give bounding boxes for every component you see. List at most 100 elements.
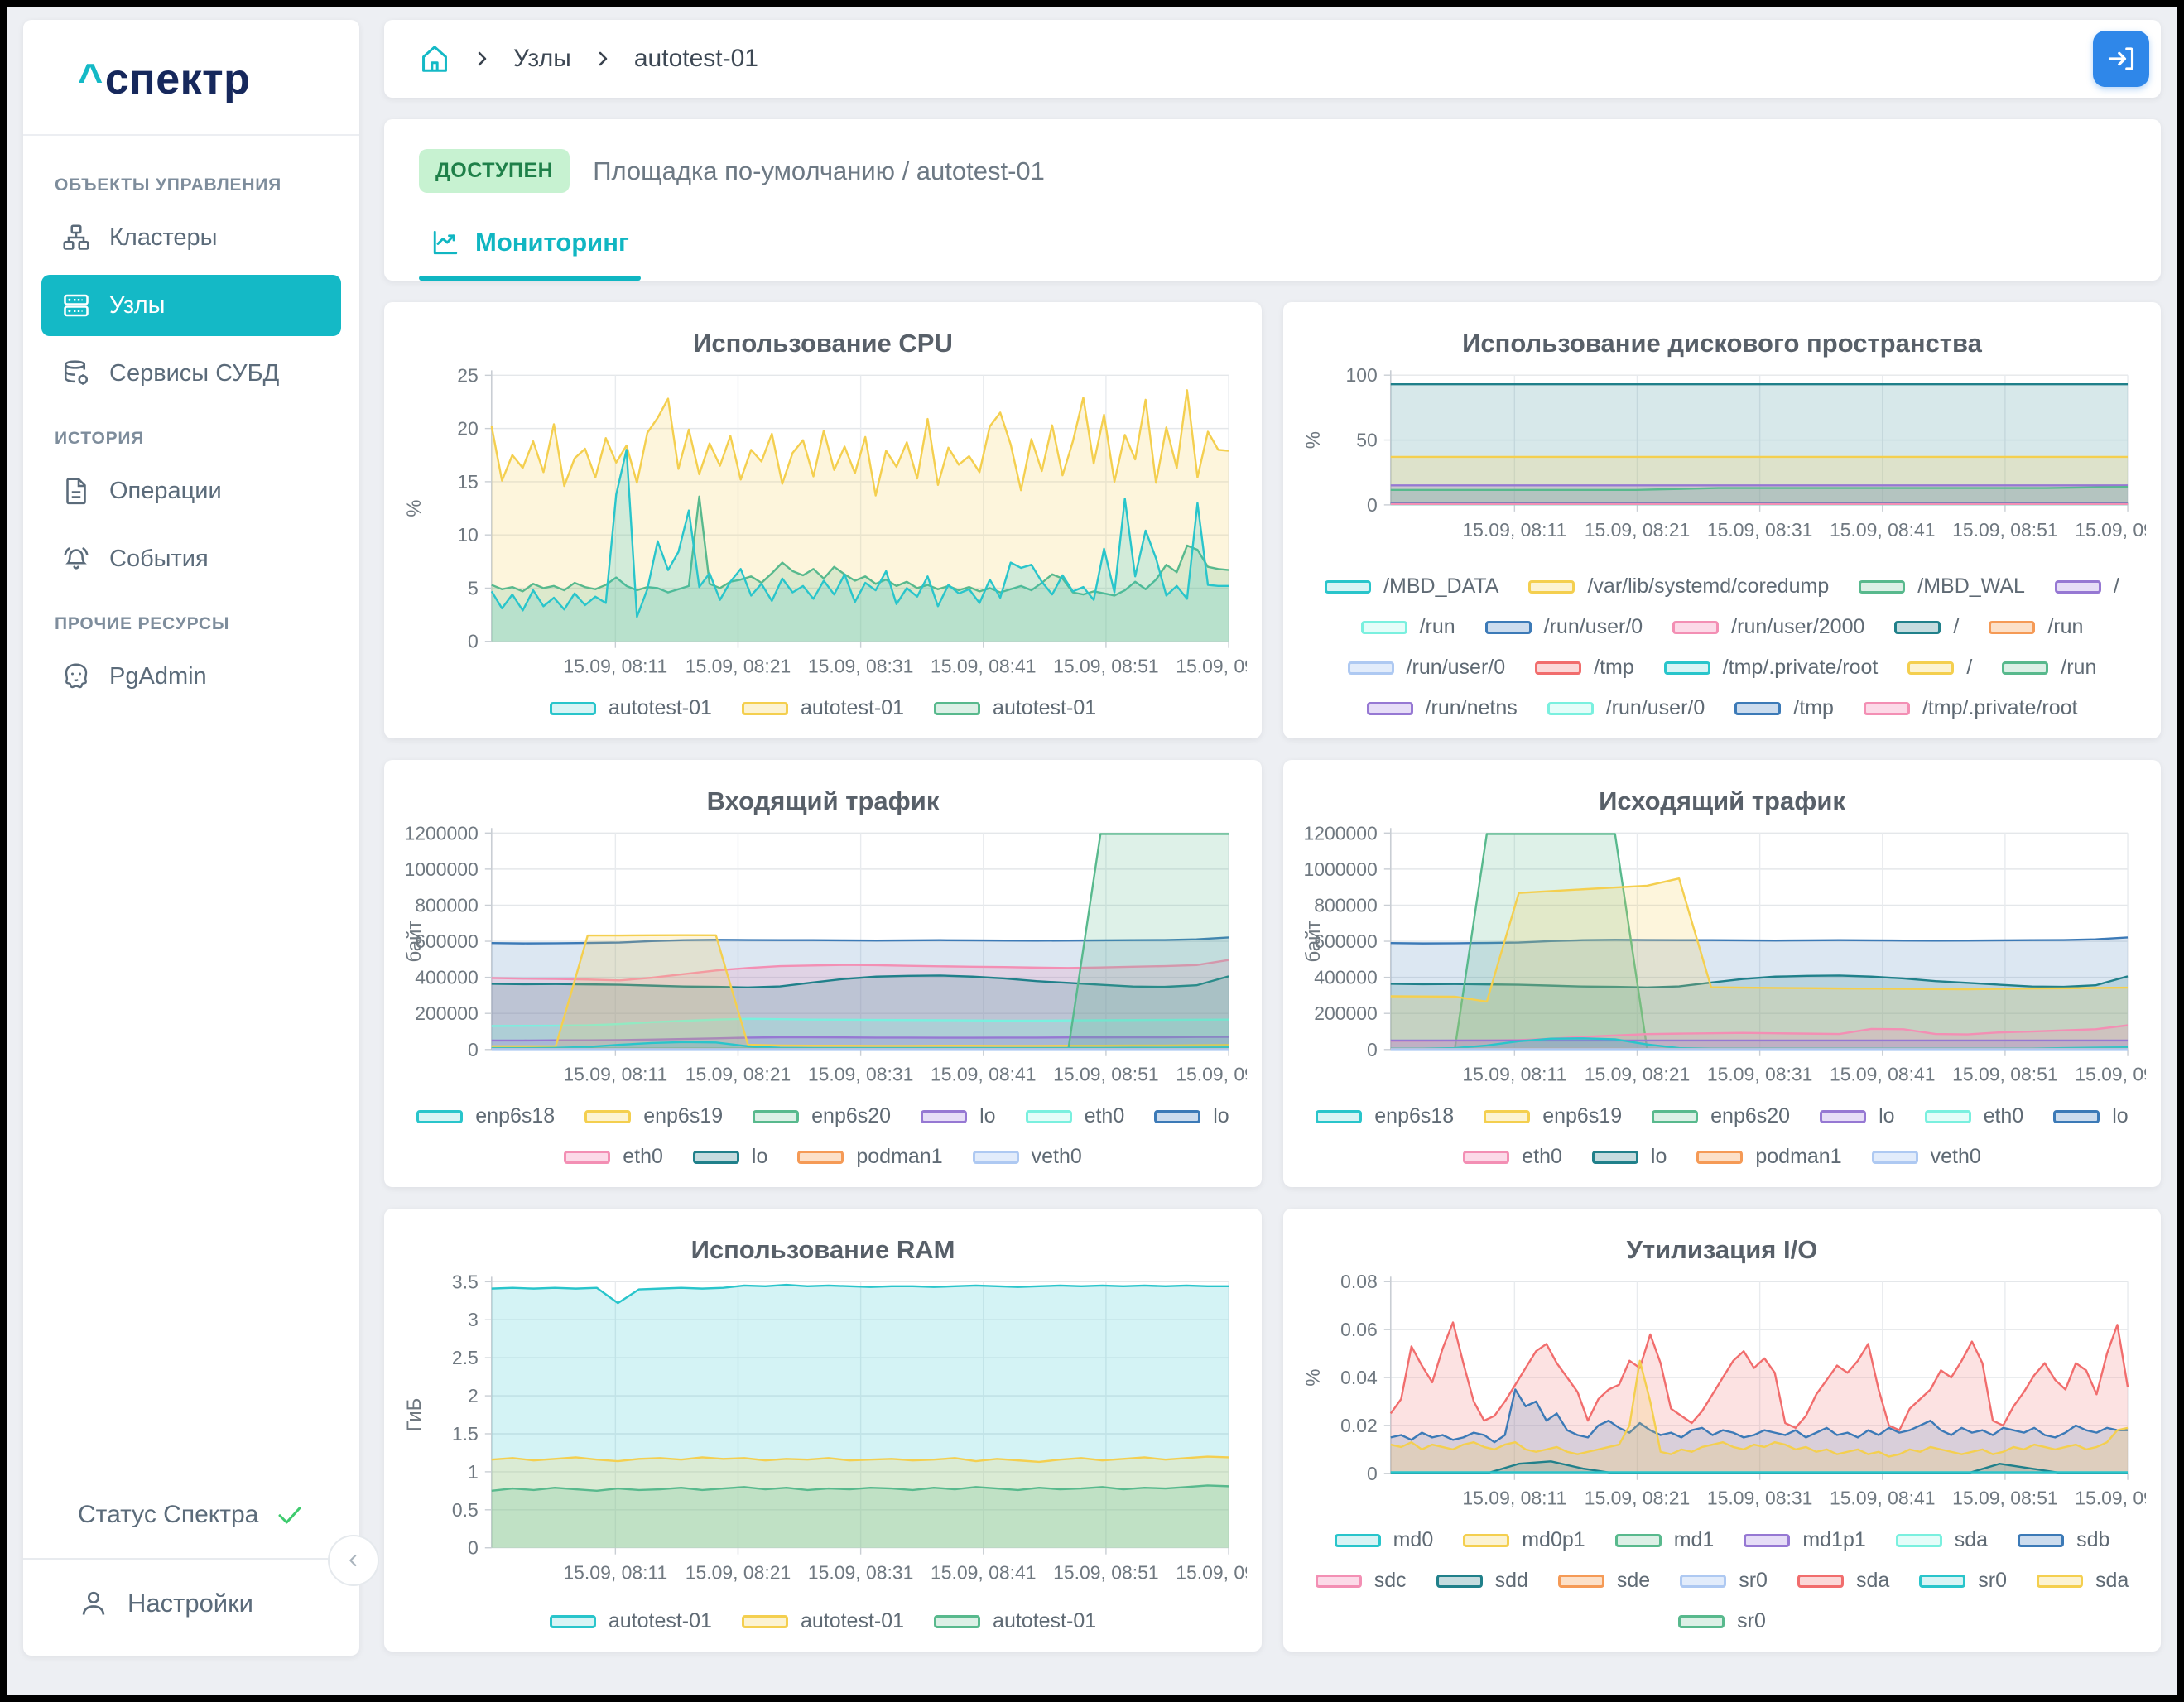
legend-item[interactable]: podman1 <box>797 1145 942 1169</box>
sidebar-item-clusters[interactable]: Кластеры <box>41 207 341 268</box>
legend-item[interactable]: /run <box>1361 615 1455 639</box>
legend-item[interactable]: autotest-01 <box>550 696 712 720</box>
legend-item[interactable]: sda <box>2037 1569 2129 1593</box>
legend-item[interactable]: autotest-01 <box>934 1609 1096 1633</box>
legend-swatch-icon <box>1989 621 2035 634</box>
legend-item[interactable]: / <box>1907 656 1972 680</box>
legend-label: eth0 <box>1984 1104 2024 1128</box>
legend-swatch-icon <box>2002 661 2048 675</box>
legend-item[interactable]: sdc <box>1316 1569 1407 1593</box>
legend-item[interactable]: sda <box>1797 1569 1889 1593</box>
legend-swatch-icon <box>2037 1575 2083 1588</box>
sidebar-item-label: Кластеры <box>109 224 218 252</box>
legend-item[interactable]: /run/user/2000 <box>1672 615 1864 639</box>
legend-item[interactable]: veth0 <box>973 1145 1082 1169</box>
legend-label: /MBD_WAL <box>1917 575 2025 599</box>
legend-item[interactable]: /tmp/.private/root <box>1664 656 1879 680</box>
legend-item[interactable]: lo <box>693 1145 767 1169</box>
legend-item[interactable]: /run/netns <box>1367 696 1518 720</box>
legend-item[interactable]: autotest-01 <box>934 696 1096 720</box>
legend-item[interactable]: autotest-01 <box>550 1609 712 1633</box>
chart-legend-io: md0 md0p1 md1 md1p1 sda sdb sdc sdd sde sr0 sda sr0… <box>1298 1517 2146 1633</box>
legend-item[interactable]: eth0 <box>564 1145 663 1169</box>
legend-item[interactable]: lo <box>921 1104 995 1128</box>
legend-label: lo <box>1651 1145 1667 1169</box>
legend-item[interactable]: veth0 <box>1872 1145 1981 1169</box>
legend-item[interactable]: /run <box>2002 656 2096 680</box>
settings-item[interactable]: Настройки <box>23 1560 359 1656</box>
sidebar-item-label: Операции <box>109 478 222 505</box>
legend-swatch-icon <box>1367 702 1413 715</box>
legend-item[interactable]: /run/user/0 <box>1485 615 1643 639</box>
legend-item[interactable]: sdb <box>2018 1528 2109 1552</box>
legend-item[interactable]: lo <box>1592 1145 1667 1169</box>
legend-label: lo <box>1879 1104 1894 1128</box>
legend-item[interactable]: sr0 <box>1680 1569 1768 1593</box>
login-button[interactable] <box>2093 31 2149 87</box>
svg-text:15.09, 08:51: 15.09, 08:51 <box>1952 1488 2058 1509</box>
legend-item[interactable]: podman1 <box>1696 1145 1841 1169</box>
legend-swatch-icon <box>1919 1575 1965 1588</box>
legend-swatch-icon <box>1436 1575 1483 1588</box>
tab-monitoring[interactable]: Мониторинг <box>419 228 641 281</box>
legend-item[interactable]: autotest-01 <box>742 696 904 720</box>
legend-item[interactable]: /tmp/.private/root <box>1864 696 2078 720</box>
legend-item[interactable]: md0p1 <box>1463 1528 1585 1552</box>
legend-label: md1 <box>1674 1528 1715 1552</box>
legend-swatch-icon <box>973 1151 1019 1164</box>
legend-swatch-icon <box>1744 1534 1790 1547</box>
sidebar-item-nodes[interactable]: Узлы <box>41 275 341 336</box>
legend-item[interactable]: /tmp <box>1535 656 1634 680</box>
legend-item[interactable]: enp6s18 <box>416 1104 555 1128</box>
legend-item[interactable]: /MBD_WAL <box>1859 575 2025 599</box>
svg-text:%: % <box>403 499 426 517</box>
legend-item[interactable]: eth0 <box>1463 1145 1562 1169</box>
sidebar-item-operations[interactable]: Операции <box>41 460 341 522</box>
legend-item[interactable]: enp6s18 <box>1316 1104 1454 1128</box>
legend-item[interactable]: sr0 <box>1919 1569 2007 1593</box>
sidebar-item-pgadmin[interactable]: PgAdmin <box>41 646 341 707</box>
legend-swatch-icon <box>934 702 980 715</box>
breadcrumb: Узлы autotest-01 <box>384 20 2161 98</box>
chart-card-io: Утилизация I/O00.020.040.060.0815.09, 08… <box>1283 1209 2161 1652</box>
legend-item[interactable]: md0 <box>1335 1528 1434 1552</box>
sidebar-collapse-button[interactable] <box>328 1535 379 1586</box>
legend-swatch-icon <box>1894 621 1941 634</box>
legend-item[interactable]: /run/user/0 <box>1348 656 1506 680</box>
svg-text:15.09, 08:21: 15.09, 08:21 <box>1585 519 1691 541</box>
svg-text:15.09, 09:01: 15.09, 09:01 <box>1176 1562 1247 1584</box>
svg-text:%: % <box>1302 1368 1325 1386</box>
legend-item[interactable]: lo <box>1820 1104 1894 1128</box>
legend-item[interactable]: enp6s20 <box>753 1104 891 1128</box>
legend-item[interactable]: md1p1 <box>1744 1528 1865 1552</box>
legend-item[interactable]: / <box>2055 575 2119 599</box>
legend-item[interactable]: enp6s20 <box>1652 1104 1790 1128</box>
legend-item[interactable]: sda <box>1896 1528 1988 1552</box>
legend-label: lo <box>752 1145 767 1169</box>
legend-item[interactable]: /run/user/0 <box>1547 696 1705 720</box>
legend-item[interactable]: md1 <box>1615 1528 1715 1552</box>
legend-swatch-icon <box>1348 661 1394 675</box>
legend-item[interactable]: enp6s19 <box>1484 1104 1622 1128</box>
legend-item[interactable]: sde <box>1558 1569 1650 1593</box>
legend-item[interactable]: /var/lib/systemd/coredump <box>1528 575 1829 599</box>
legend-item[interactable]: sdd <box>1436 1569 1528 1593</box>
legend-item[interactable]: enp6s19 <box>584 1104 723 1128</box>
legend-swatch-icon <box>1484 1110 1530 1123</box>
legend-item[interactable]: eth0 <box>1026 1104 1125 1128</box>
legend-item[interactable]: / <box>1894 615 1959 639</box>
sidebar-item-events[interactable]: События <box>41 528 341 589</box>
legend-item[interactable]: /run <box>1989 615 2083 639</box>
breadcrumb-item-nodes[interactable]: Узлы <box>513 45 571 73</box>
sidebar-item-db-services[interactable]: Сервисы СУБД <box>41 343 341 404</box>
legend-swatch-icon <box>1696 1151 1743 1164</box>
breadcrumb-home[interactable] <box>419 43 450 75</box>
legend-item[interactable]: /tmp <box>1734 696 1834 720</box>
legend-item[interactable]: /MBD_DATA <box>1325 575 1498 599</box>
legend-item[interactable]: sr0 <box>1678 1609 1766 1633</box>
legend-item[interactable]: lo <box>2053 1104 2128 1128</box>
legend-item[interactable]: lo <box>1154 1104 1229 1128</box>
legend-item[interactable]: eth0 <box>1925 1104 2024 1128</box>
legend-item[interactable]: autotest-01 <box>742 1609 904 1633</box>
sidebar-nav: ОБЪЕКТЫ УПРАВЛЕНИЯ Кластеры Узлы Сервисы… <box>23 136 359 714</box>
